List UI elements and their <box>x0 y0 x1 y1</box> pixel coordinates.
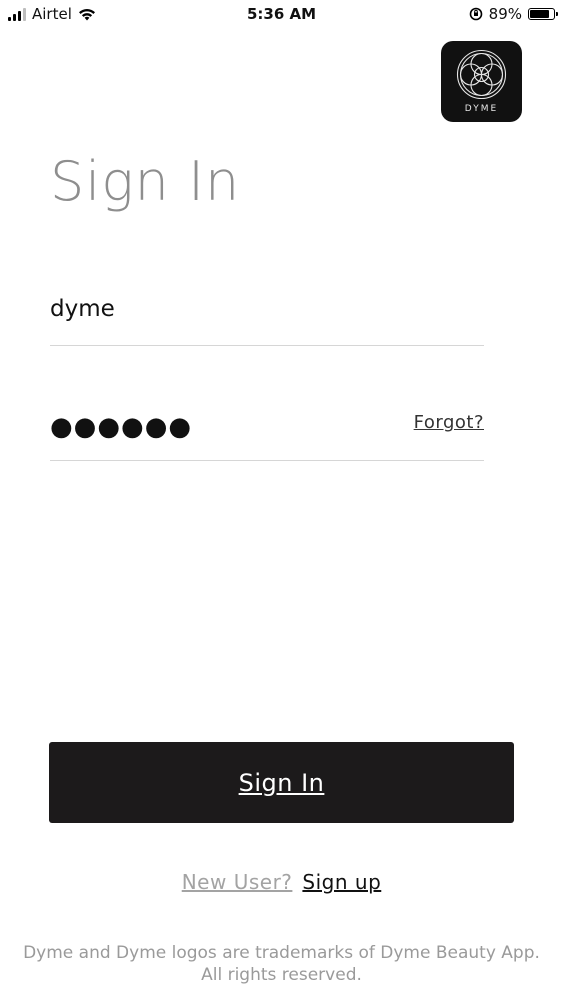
sign-in-button-label: Sign In <box>238 768 325 797</box>
trademark-notice: Dyme and Dyme logos are trademarks of Dy… <box>23 943 540 985</box>
signup-row: New User? Sign up <box>0 870 563 894</box>
username-field[interactable]: dyme <box>50 296 484 346</box>
sign-up-link[interactable]: Sign up <box>302 870 381 894</box>
battery-percent: 89% <box>488 5 522 23</box>
battery-icon <box>528 8 558 20</box>
orientation-lock-icon <box>469 7 482 21</box>
logo-mark-icon <box>456 49 507 100</box>
password-field[interactable]: ●●●●●● Forgot? <box>50 410 484 461</box>
new-user-prompt: New User? <box>181 870 293 894</box>
username-value: dyme <box>50 296 115 322</box>
password-value: ●●●●●● <box>50 412 193 442</box>
status-bar: Airtel 5:36 AM 89% <box>0 0 563 30</box>
sign-in-button[interactable]: Sign In <box>49 742 514 823</box>
status-right: 89% <box>469 5 558 23</box>
forgot-password-link[interactable]: Forgot? <box>414 412 484 433</box>
page-title: Sign In <box>50 150 241 213</box>
logo-wordmark: DYME <box>464 104 499 114</box>
dyme-logo: DYME <box>441 41 522 122</box>
